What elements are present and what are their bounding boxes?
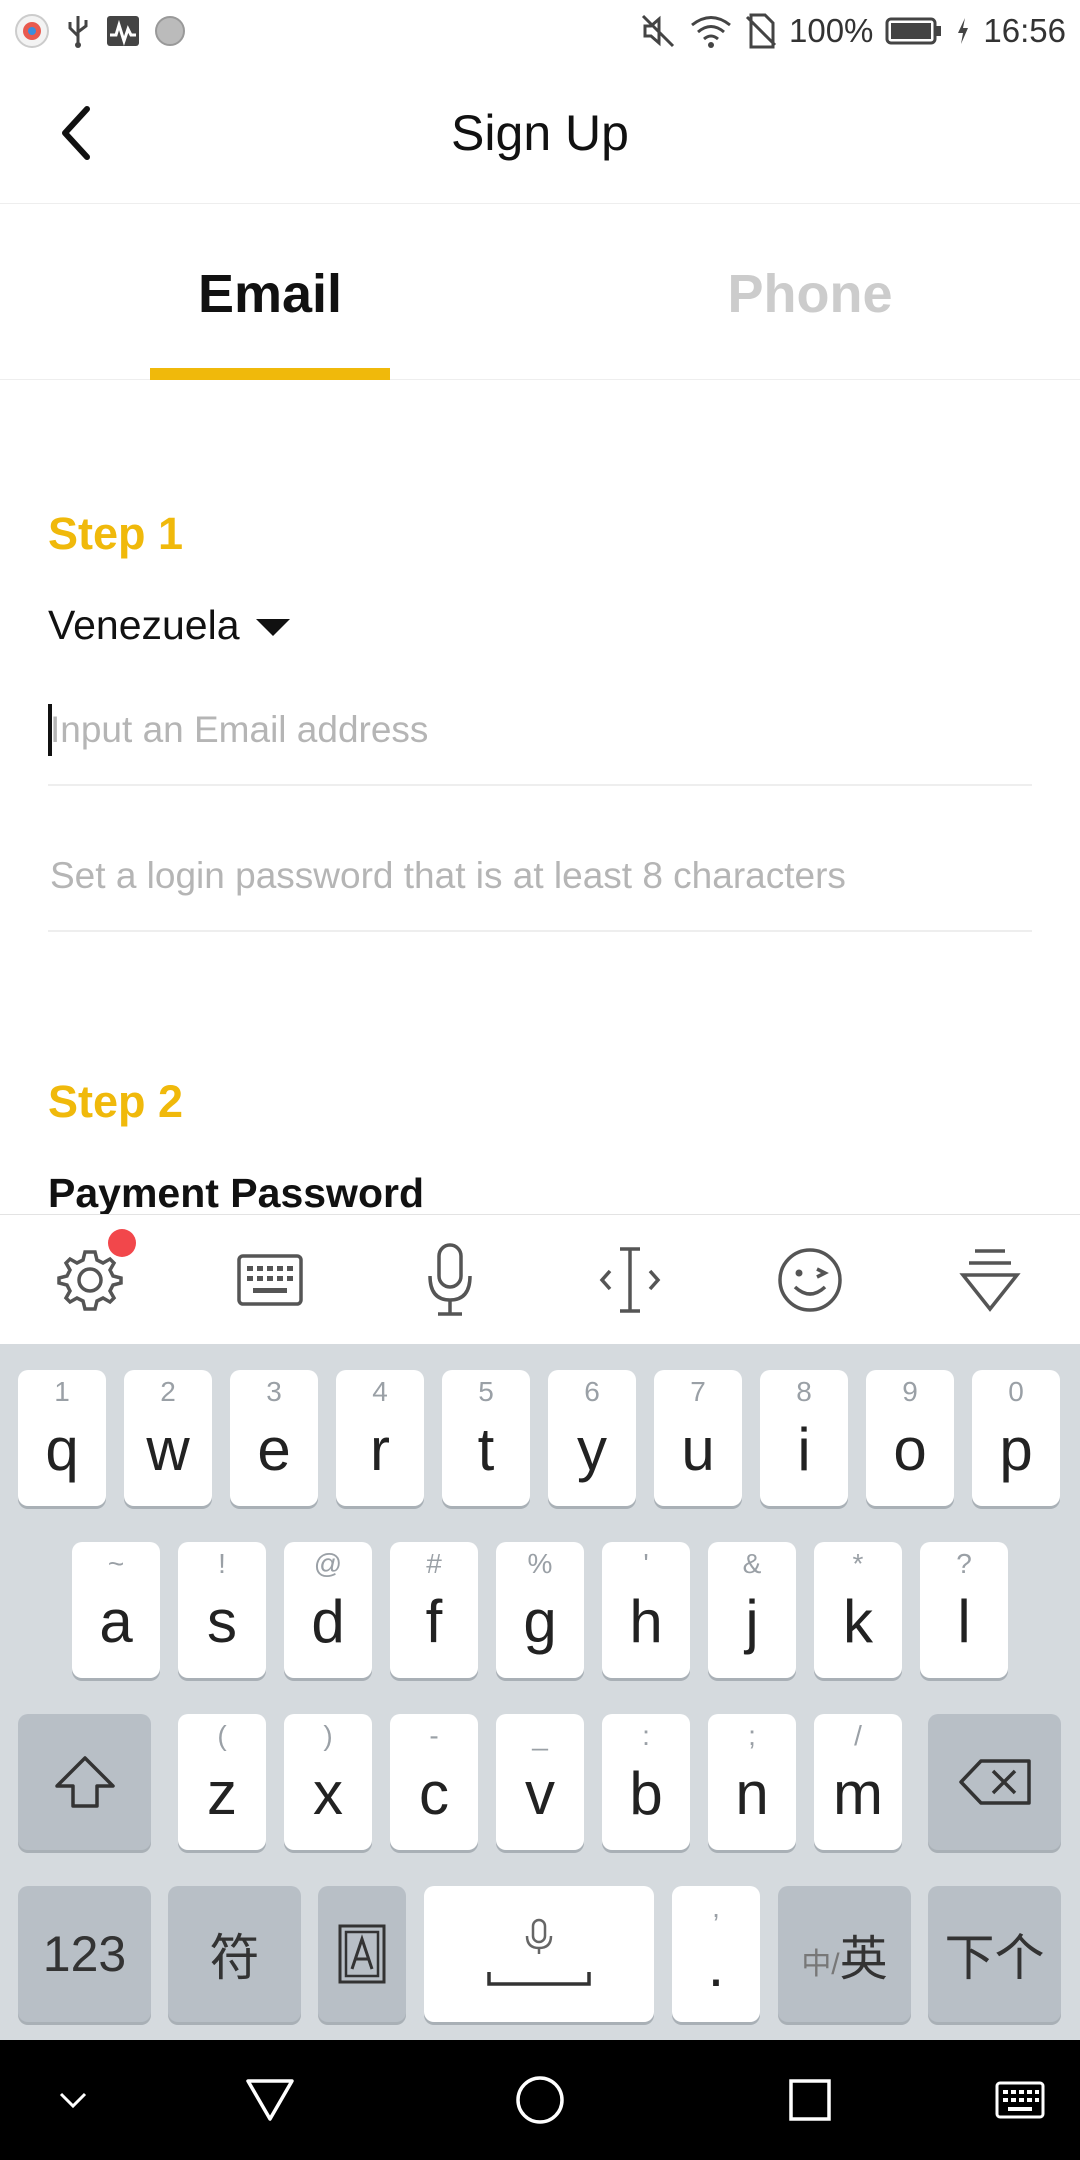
language-switch-key[interactable]: 中/英 (778, 1886, 911, 2022)
clock: 16:56 (983, 12, 1066, 49)
space-key[interactable] (424, 1886, 654, 2022)
key-o[interactable]: 9o (866, 1370, 954, 1506)
nav-back-button[interactable] (230, 2040, 310, 2160)
back-triangle-icon (246, 2079, 294, 2121)
nav-collapse-button[interactable] (40, 2040, 106, 2160)
country-value: Venezuela (48, 602, 240, 648)
key-g[interactable]: % g (496, 1542, 584, 1678)
email-input[interactable] (48, 676, 1032, 784)
key-h[interactable]: ' h (602, 1542, 690, 1678)
key-t[interactable]: 5t (442, 1370, 530, 1506)
step2-label: Step 2 (48, 1076, 184, 1127)
key-n[interactable]: ; n (708, 1714, 796, 1850)
tab-bar: Email Phone (0, 204, 1080, 380)
key-w[interactable]: 2w (124, 1370, 212, 1506)
tab-email[interactable]: Email (150, 204, 390, 380)
keyboard-layout-button[interactable] (180, 1215, 360, 1344)
backspace-icon (958, 1759, 1031, 1805)
key-x[interactable]: ) x (284, 1714, 372, 1850)
key-l[interactable]: ? l (920, 1542, 1008, 1678)
usb-icon (64, 14, 92, 48)
password-field-container (48, 822, 1032, 932)
key-e[interactable]: 3e (230, 1370, 318, 1506)
text-edit-icon (338, 1924, 386, 1984)
key-v[interactable]: _ v (496, 1714, 584, 1850)
keyboard-icon (237, 1253, 303, 1306)
key-m[interactable]: / m (814, 1714, 902, 1850)
space-mic-icon (487, 1918, 591, 1986)
text-cursor (48, 704, 52, 756)
hide-keyboard-button[interactable] (900, 1215, 1080, 1344)
notification-dot (108, 1229, 136, 1257)
no-sim-icon (745, 13, 777, 49)
key-k[interactable]: * k (814, 1542, 902, 1678)
key-b[interactable]: :b (602, 1714, 690, 1850)
numbers-key[interactable]: 123 (18, 1886, 151, 2022)
key-z[interactable]: (z (178, 1714, 266, 1850)
voice-input-button[interactable] (360, 1215, 540, 1344)
key-p[interactable]: 0p (972, 1370, 1060, 1506)
next-key[interactable]: 下个 (928, 1886, 1061, 2022)
activity-monitor-icon (106, 15, 140, 47)
keyboard-toolbar (0, 1214, 1080, 1344)
emoji-icon (778, 1247, 842, 1312)
country-select[interactable]: Venezuela (48, 602, 290, 649)
wifi-icon (689, 14, 733, 48)
key-f[interactable]: # f (390, 1542, 478, 1678)
step1-label: Step 1 (48, 508, 184, 559)
system-nav-bar (0, 2040, 1080, 2160)
text-edit-key[interactable] (318, 1886, 406, 2022)
sync-icon (154, 15, 186, 47)
backspace-key[interactable] (928, 1714, 1061, 1850)
period-key[interactable]: ,. (672, 1886, 760, 2022)
gear-icon (57, 1249, 123, 1311)
symbols-key[interactable]: 符 (168, 1886, 301, 2022)
app-header: Sign Up (0, 62, 1080, 204)
app-notification-icon (14, 13, 50, 49)
active-tab-indicator (150, 368, 390, 380)
nav-home-button[interactable] (500, 2040, 580, 2160)
key-u[interactable]: 7u (654, 1370, 742, 1506)
key-y[interactable]: 6y (548, 1370, 636, 1506)
payment-password-label: Payment Password (48, 1170, 424, 1214)
battery-icon (885, 16, 943, 46)
page-title: Sign Up (451, 105, 629, 161)
key-i[interactable]: 8i (760, 1370, 848, 1506)
cursor-move-icon (599, 1246, 661, 1313)
key-c[interactable]: -c (390, 1714, 478, 1850)
key-r[interactable]: 4r (336, 1370, 424, 1506)
status-bar: 100% 16:56 (0, 0, 1080, 62)
keyboard-settings-button[interactable] (0, 1215, 180, 1344)
shift-arrow-icon (54, 1756, 115, 1808)
password-input[interactable] (48, 822, 1032, 930)
home-circle-icon (516, 2076, 564, 2124)
key-q[interactable]: 1q (18, 1370, 106, 1506)
cursor-move-button[interactable] (540, 1215, 720, 1344)
caret-down-icon (255, 619, 290, 636)
nav-recents-button[interactable] (770, 2040, 850, 2160)
keyboard-icon (995, 2081, 1045, 2119)
mute-icon (641, 14, 677, 48)
email-field-container (48, 676, 1032, 786)
recents-square-icon (789, 2079, 831, 2121)
key-s[interactable]: ! s (178, 1542, 266, 1678)
key-a[interactable]: ~ a (72, 1542, 160, 1678)
hide-keyboard-icon (959, 1248, 1021, 1312)
shift-key[interactable] (18, 1714, 151, 1850)
nav-keyboard-button[interactable] (980, 2040, 1060, 2160)
microphone-icon (428, 1242, 472, 1316)
tab-phone[interactable]: Phone (690, 204, 930, 380)
key-j[interactable]: & j (708, 1542, 796, 1678)
emoji-button[interactable] (720, 1215, 900, 1344)
soft-keyboard: 1q 2w 3e 4r 5t 6y 7u 8i 9o 0p ~ a ! s @ d #… (0, 1344, 1080, 2040)
chevron-down-icon (59, 2092, 87, 2109)
key-d[interactable]: @ d (284, 1542, 372, 1678)
battery-percent: 100% (789, 12, 874, 49)
charging-icon (955, 16, 971, 46)
